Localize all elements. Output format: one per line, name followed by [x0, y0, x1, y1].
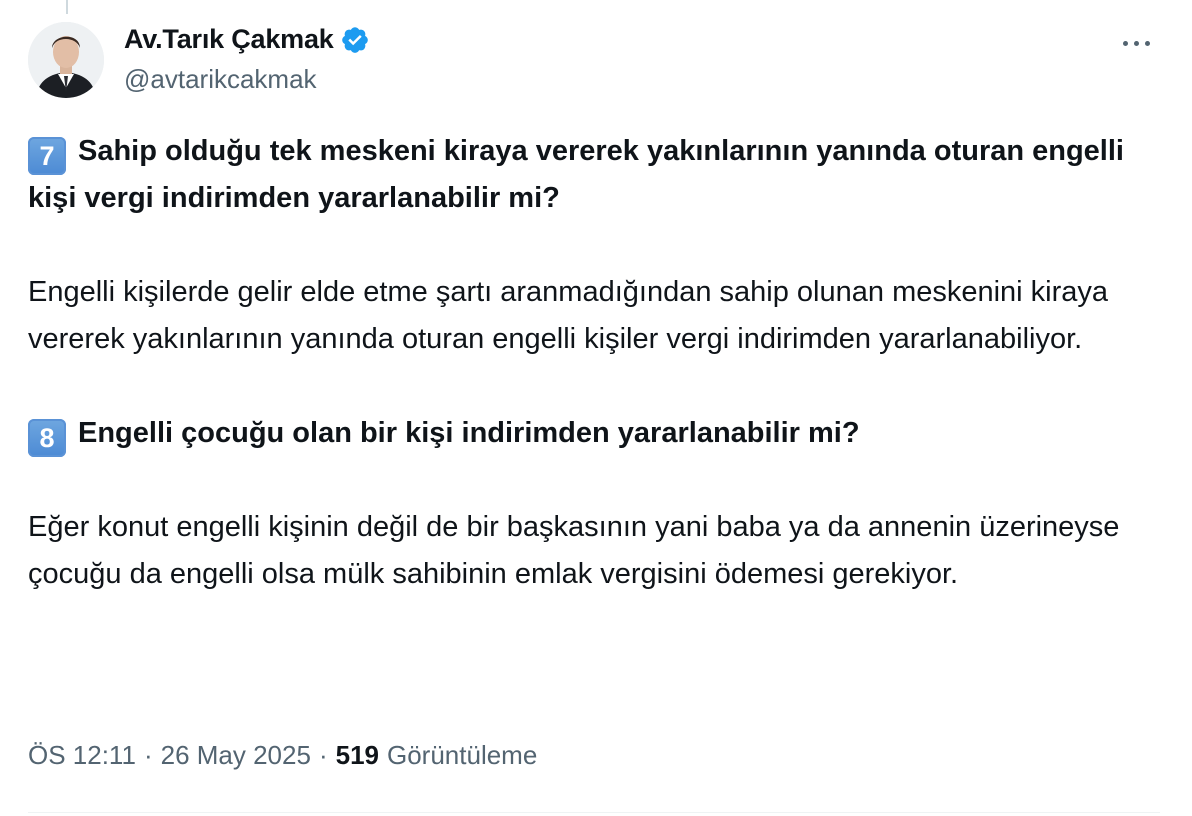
display-name[interactable]: Av.Tarık Çakmak [124, 24, 334, 55]
tweet-body: 7 Sahip olduğu tek meskeni kiraya vererek… [28, 128, 1168, 598]
question-8-text: Engelli çocuğu olan bir kişi indirimden … [78, 417, 860, 449]
keycap-7-icon: 7 [28, 137, 66, 175]
name-row: Av.Tarık Çakmak [124, 24, 370, 55]
keycap-8-icon: 8 [28, 419, 66, 457]
views-label: Görüntüleme [387, 740, 538, 770]
avatar[interactable] [28, 22, 104, 98]
separator-dot: · [318, 740, 328, 770]
verified-badge-icon[interactable] [340, 25, 370, 55]
user-handle[interactable]: @avtarikcakmak [124, 64, 317, 95]
tweet-date[interactable]: 26 May 2025 [161, 740, 311, 771]
question-8: 8 Engelli çocuğu olan bir kişi indirimden… [28, 410, 1168, 457]
more-options-icon[interactable] [1116, 26, 1156, 60]
answer-7: Engelli kişilerde gelir elde etme şartı … [28, 276, 1109, 355]
separator-dot: · [143, 740, 153, 770]
question-7: 7 Sahip olduğu tek meskeni kiraya vererek… [28, 128, 1168, 222]
views-count: 519 [335, 740, 379, 770]
thread-connector-line [66, 0, 68, 14]
divider [28, 812, 1160, 813]
question-7-text: Sahip olduğu tek meskeni kiraya vererek … [28, 135, 1124, 214]
tweet-metadata: ÖS 12:11 · 26 May 2025 · 519 Görüntüleme [28, 740, 537, 771]
answer-8: Eğer konut engelli kişinin değil de bir … [28, 511, 1120, 590]
tweet-time[interactable]: ÖS 12:11 [28, 740, 136, 771]
tweet-header: Av.Tarık Çakmak @avtarikcakmak [28, 22, 1164, 102]
